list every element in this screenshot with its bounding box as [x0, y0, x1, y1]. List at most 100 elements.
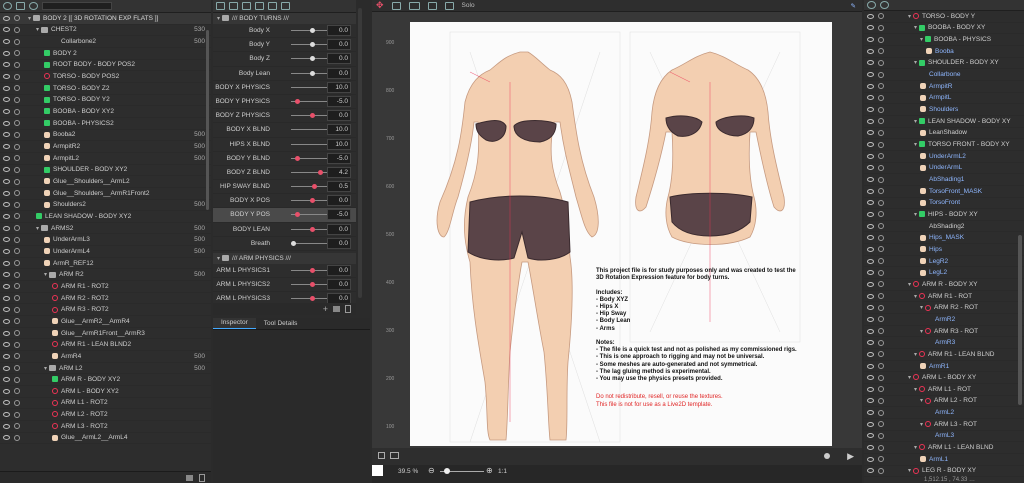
- visibility-eye-icon[interactable]: [867, 445, 874, 451]
- visibility-eye-icon[interactable]: [3, 377, 10, 383]
- select-circle-icon[interactable]: [878, 13, 884, 20]
- deformer-row[interactable]: ▾ ARM L3 - ROT: [864, 419, 1024, 431]
- visibility-eye-icon[interactable]: [3, 423, 10, 429]
- visibility-eye-icon[interactable]: [867, 211, 874, 217]
- visibility-eye-icon[interactable]: [867, 177, 874, 183]
- view-tool-2-icon[interactable]: [408, 1, 420, 10]
- visibility-eye-icon[interactable]: [867, 410, 874, 416]
- param-tool-3-icon[interactable]: [242, 2, 251, 10]
- visibility-eye-icon[interactable]: [867, 421, 874, 427]
- tab-tool-details[interactable]: Tool Details: [256, 318, 306, 329]
- visibility-eye-icon[interactable]: [867, 13, 874, 19]
- parts-row[interactable]: ARM L - BODY XY2: [0, 386, 211, 398]
- parts-row[interactable]: TORSO - BODY POS2: [0, 71, 211, 83]
- param-value-field[interactable]: 0.0: [327, 237, 351, 249]
- deformer-row[interactable]: ▾ ARM R3 - ROT: [864, 326, 1024, 338]
- visibility-eye-icon[interactable]: [3, 97, 10, 103]
- expand-arrow-icon[interactable]: ▾: [908, 468, 911, 474]
- parts-row[interactable]: Glue__ArmL2__ArmL4: [0, 433, 211, 445]
- parts-row[interactable]: ▾ ARM L2 500: [0, 363, 211, 375]
- eye-toggle-icon[interactable]: [3, 2, 12, 10]
- select-circle-icon[interactable]: [878, 293, 884, 300]
- param-slider-knob[interactable]: [310, 226, 315, 232]
- select-circle-icon[interactable]: [14, 155, 20, 162]
- parts-row[interactable]: BOOBA - PHYSICS2: [0, 118, 211, 130]
- deformer-row[interactable]: ArmR2: [864, 314, 1024, 326]
- visibility-eye-icon[interactable]: [867, 305, 874, 311]
- visibility-eye-icon[interactable]: [3, 307, 10, 313]
- deformer-row[interactable]: ArmpitR: [864, 81, 1024, 93]
- param-row[interactable]: BODY X PHYSICS 10.0: [213, 81, 356, 95]
- deformer-row[interactable]: Collarbone: [864, 69, 1024, 81]
- visibility-eye-icon[interactable]: [867, 165, 874, 171]
- visibility-eye-icon[interactable]: [867, 246, 874, 252]
- expand-arrow-icon[interactable]: ▾: [914, 60, 917, 66]
- select-circle-icon[interactable]: [878, 106, 884, 113]
- select-circle-icon[interactable]: [878, 304, 884, 311]
- new-folder-icon[interactable]: [186, 475, 193, 481]
- select-circle-icon[interactable]: [14, 85, 20, 92]
- expand-arrow-icon[interactable]: ▾: [44, 366, 47, 372]
- deformer-row[interactable]: ▾ ARM L - BODY XY: [864, 372, 1024, 384]
- visibility-eye-icon[interactable]: [3, 144, 10, 150]
- select-circle-icon[interactable]: [878, 432, 884, 439]
- select-circle-icon[interactable]: [14, 318, 20, 325]
- deformer-row[interactable]: ▾ TORSO FRONT - BODY XY: [864, 139, 1024, 151]
- param-tool-6-icon[interactable]: [281, 2, 290, 10]
- select-circle-icon[interactable]: [878, 444, 884, 451]
- deformer-row[interactable]: ArmL3: [864, 431, 1024, 443]
- select-circle-icon[interactable]: [14, 376, 20, 383]
- deformer-row[interactable]: TorsoFront: [864, 198, 1024, 210]
- param-slider-knob[interactable]: [310, 56, 315, 62]
- visibility-eye-icon[interactable]: [867, 386, 874, 392]
- visibility-eye-icon[interactable]: [867, 363, 874, 369]
- select-circle-icon[interactable]: [14, 260, 20, 267]
- visibility-eye-icon[interactable]: [867, 456, 874, 462]
- parts-row[interactable]: Booba2 500: [0, 130, 211, 142]
- deformer-row[interactable]: LegR2: [864, 256, 1024, 268]
- expand-arrow-icon[interactable]: ▾: [36, 226, 39, 232]
- deformer-row[interactable]: ArmL2: [864, 407, 1024, 419]
- param-tool-4-icon[interactable]: [255, 2, 264, 10]
- zoom-level[interactable]: 39.5 %: [398, 468, 418, 475]
- params-scrollbar[interactable]: [358, 8, 362, 298]
- select-circle-icon[interactable]: [14, 61, 20, 68]
- visibility-eye-icon[interactable]: [867, 48, 874, 54]
- deformer-row[interactable]: ▾ BOOBA - BODY XY: [864, 23, 1024, 35]
- select-circle-icon[interactable]: [878, 164, 884, 171]
- select-circle-icon[interactable]: [14, 225, 20, 232]
- select-circle-icon[interactable]: [14, 108, 20, 115]
- parts-row[interactable]: UnderArmL3 500: [0, 234, 211, 247]
- visibility-eye-icon[interactable]: [3, 400, 10, 406]
- expand-arrow-icon[interactable]: ▾: [28, 16, 31, 22]
- select-circle-icon[interactable]: [14, 120, 20, 127]
- visibility-eye-icon[interactable]: [3, 342, 10, 348]
- select-circle-icon[interactable]: [878, 397, 884, 404]
- group-expand-icon[interactable]: ▾: [217, 16, 220, 22]
- expand-arrow-icon[interactable]: ▾: [920, 37, 923, 43]
- param-value-field[interactable]: 10.0: [327, 124, 351, 136]
- visibility-eye-icon[interactable]: [867, 258, 874, 264]
- visibility-eye-icon[interactable]: [867, 37, 874, 43]
- expand-arrow-icon[interactable]: ▾: [914, 294, 917, 300]
- select-circle-icon[interactable]: [14, 131, 20, 138]
- visibility-eye-icon[interactable]: [867, 398, 874, 404]
- deformer-row[interactable]: ▾ HIPS - BODY XY: [864, 209, 1024, 221]
- parts-search-input[interactable]: [42, 2, 112, 10]
- visibility-eye-icon[interactable]: [3, 109, 10, 115]
- image-icon[interactable]: [390, 452, 399, 459]
- param-row[interactable]: BODY Y BLND -5.0: [213, 152, 356, 166]
- param-slider-knob[interactable]: [294, 98, 300, 104]
- param-slider-knob[interactable]: [294, 155, 300, 161]
- select-circle-icon[interactable]: [878, 386, 884, 393]
- select-circle-icon[interactable]: [14, 213, 20, 220]
- deformer-row[interactable]: Hips: [864, 244, 1024, 256]
- select-circle-icon[interactable]: [14, 411, 20, 418]
- param-slider-knob[interactable]: [310, 42, 315, 48]
- tab-inspector[interactable]: Inspector: [213, 318, 256, 329]
- param-row[interactable]: HIP SWAY BLND 0.5: [213, 180, 356, 195]
- visibility-eye-icon[interactable]: [3, 27, 10, 33]
- model-canvas[interactable]: This project file is for study purposes …: [410, 22, 832, 446]
- filter-icon[interactable]: [29, 2, 38, 10]
- param-value-field[interactable]: 0.5: [327, 181, 351, 193]
